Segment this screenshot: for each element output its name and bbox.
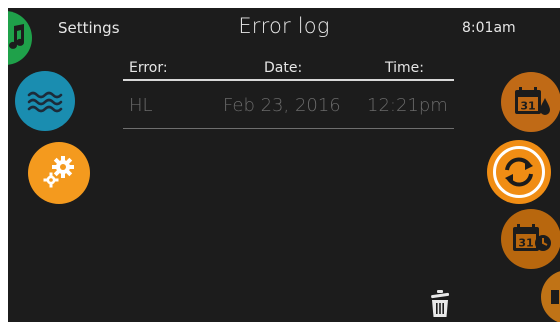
cell-date: Feb 23, 2016 bbox=[223, 95, 341, 116]
column-header-time: Time: bbox=[385, 60, 424, 76]
clock-time[interactable]: 8:01am bbox=[462, 20, 516, 36]
next-page-button[interactable] bbox=[541, 270, 560, 322]
filter-cycle-button[interactable]: 31 bbox=[501, 72, 560, 132]
column-header-date: Date: bbox=[264, 60, 303, 76]
cell-error-code: HL bbox=[129, 95, 153, 116]
sync-button[interactable] bbox=[487, 140, 551, 204]
settings-button[interactable] bbox=[28, 142, 90, 204]
calendar-day-number: 31 bbox=[518, 237, 533, 250]
cell-time: 12:21pm bbox=[367, 95, 448, 116]
table-header-divider bbox=[123, 79, 454, 81]
calendar-day-number: 31 bbox=[520, 100, 535, 113]
sync-icon bbox=[505, 157, 533, 187]
column-header-error: Error: bbox=[129, 60, 168, 76]
trash-icon bbox=[431, 290, 450, 317]
next-icon bbox=[551, 290, 559, 304]
screen: Settings Error log 8:01am Error: Date: T… bbox=[8, 8, 560, 322]
water-care-button[interactable] bbox=[15, 71, 75, 131]
gears-icon bbox=[43, 156, 74, 188]
schedule-button[interactable]: 31 bbox=[501, 209, 560, 269]
calendar-clock-icon: 31 bbox=[513, 224, 551, 251]
delete-log-button[interactable] bbox=[429, 290, 451, 318]
table-row-divider bbox=[123, 128, 454, 129]
waves-icon bbox=[27, 91, 63, 113]
calendar-drop-icon: 31 bbox=[515, 87, 550, 115]
